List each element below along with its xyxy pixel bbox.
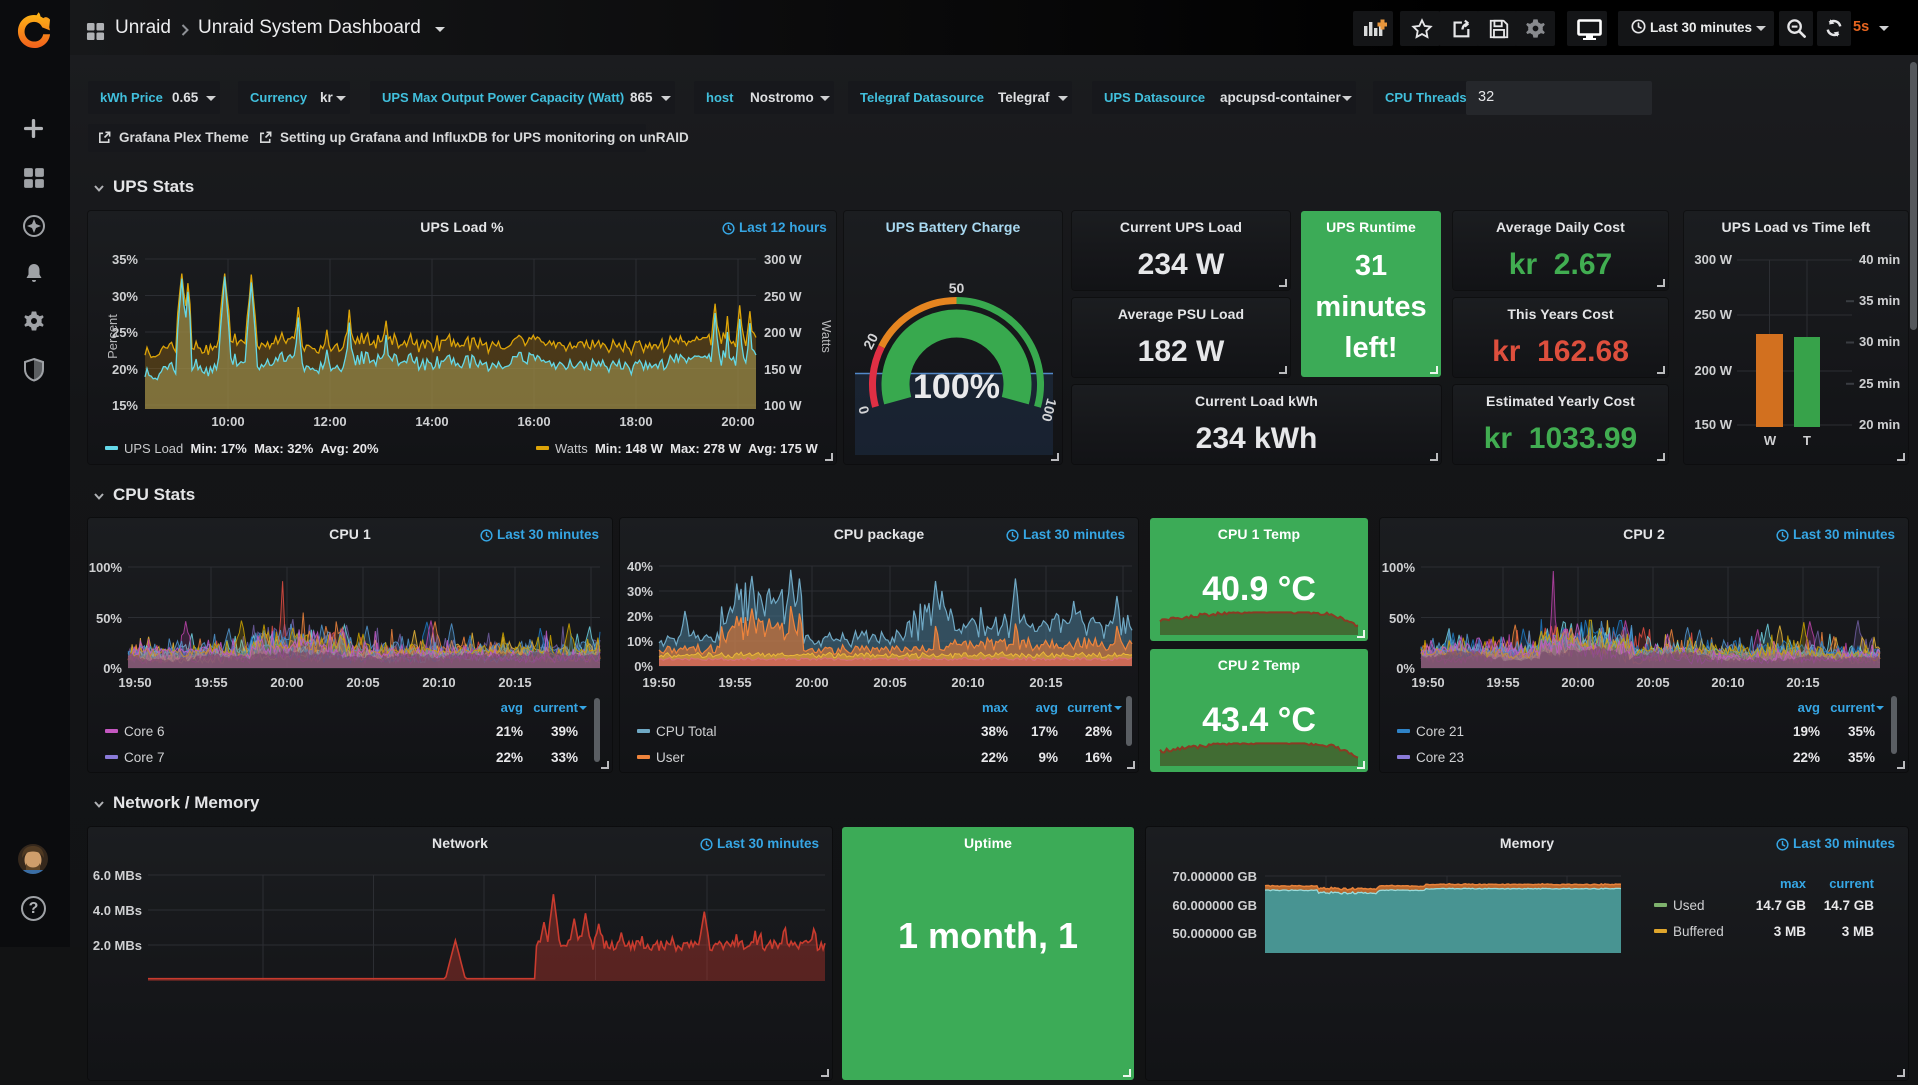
svg-text:50: 50: [949, 280, 965, 296]
svg-text:100%: 100%: [913, 368, 1000, 406]
